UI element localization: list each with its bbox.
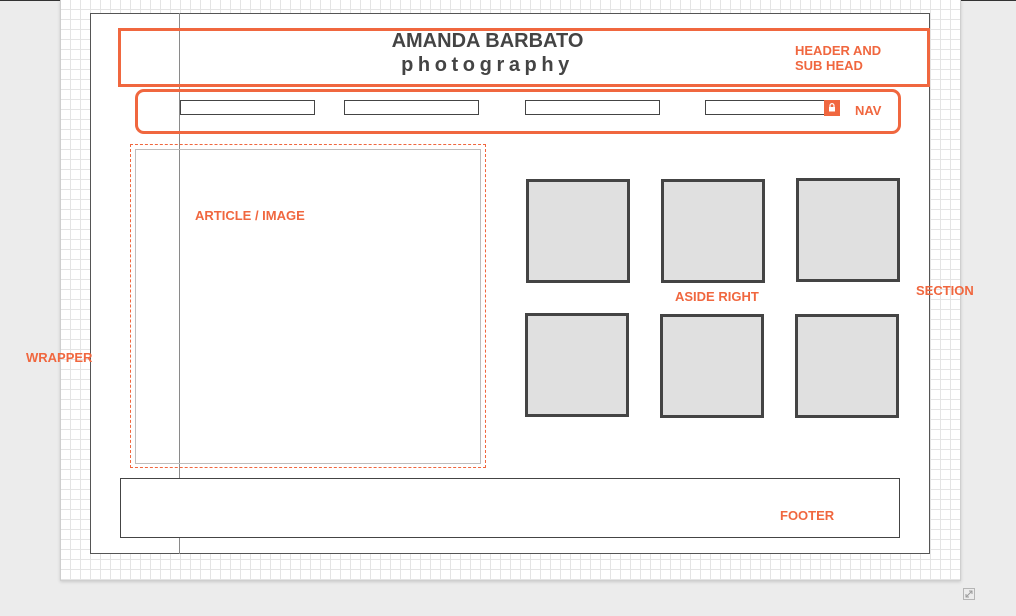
thumbnail[interactable] [795,314,899,418]
resize-icon[interactable] [963,587,975,600]
section-label: SECTION [916,283,974,298]
header-label: HEADER AND SUB HEAD [795,43,881,73]
footer-label: FOOTER [780,508,835,523]
nav-label: NAV [855,103,882,118]
lock-icon[interactable] [824,100,840,116]
nav-item-1[interactable] [180,100,315,115]
article-image-placeholder[interactable] [135,149,481,464]
article-label: ARTICLE / IMAGE [195,208,305,223]
header-label-line-1: HEADER AND [795,43,882,58]
nav-item-4[interactable] [705,100,840,115]
thumbnail[interactable] [525,313,629,417]
aside-label: ASIDE RIGHT [675,289,759,304]
thumbnail[interactable] [660,314,764,418]
wrapper-label: WRAPPER [26,350,93,365]
thumbnail[interactable] [796,178,900,282]
nav-item-3[interactable] [525,100,660,115]
site-subtitle[interactable]: photography [300,54,675,77]
thumbnail[interactable] [661,179,765,283]
thumbnail[interactable] [526,179,630,283]
header-label-line-2: SUB HEAD [795,58,863,73]
nav-item-2[interactable] [344,100,479,115]
site-title[interactable]: AMANDA BARBATO [300,30,675,53]
